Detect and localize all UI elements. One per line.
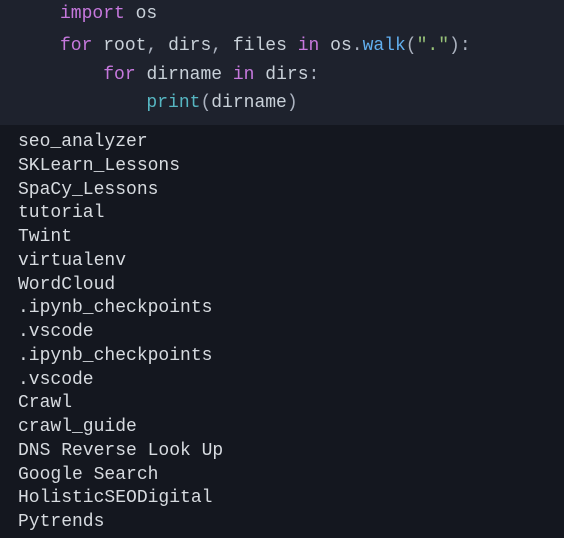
output-line: Twint bbox=[18, 226, 564, 250]
lparen: ( bbox=[200, 93, 211, 113]
fn-print: print bbox=[146, 93, 200, 113]
colon: : bbox=[309, 65, 320, 85]
var-dirname: dirname bbox=[146, 65, 222, 85]
code-line-5: print(dirname) bbox=[0, 89, 564, 117]
output-line: tutorial bbox=[18, 202, 564, 226]
output-line: .vscode bbox=[18, 321, 564, 345]
output-line: SpaCy_Lessons bbox=[18, 179, 564, 203]
output-line: SKLearn_Lessons bbox=[18, 155, 564, 179]
lparen: ( bbox=[406, 36, 417, 56]
var-files: files bbox=[233, 36, 287, 56]
var-root: root bbox=[103, 36, 146, 56]
code-line-3: for root, dirs, files in os.walk("."): bbox=[0, 32, 564, 60]
output-line: HolisticSEODigital bbox=[18, 487, 564, 511]
output-line: Crawl bbox=[18, 392, 564, 416]
output-line: .vscode bbox=[18, 369, 564, 393]
output-line: Pytrends bbox=[18, 511, 564, 535]
keyword-in: in bbox=[298, 36, 320, 56]
var-dirname: dirname bbox=[211, 93, 287, 113]
output-line: DNS Reverse Look Up bbox=[18, 440, 564, 464]
output-cell: seo_analyzer SKLearn_Lessons SpaCy_Lesso… bbox=[0, 125, 564, 535]
var-dirs: dirs bbox=[168, 36, 211, 56]
comma: , bbox=[211, 36, 222, 56]
keyword-for: for bbox=[103, 65, 135, 85]
output-line: .ipynb_checkpoints bbox=[18, 297, 564, 321]
output-line: .ipynb_checkpoints bbox=[18, 345, 564, 369]
rparen: ) bbox=[449, 36, 460, 56]
colon: : bbox=[460, 36, 471, 56]
comma: , bbox=[146, 36, 157, 56]
keyword-in: in bbox=[233, 65, 255, 85]
rparen: ) bbox=[287, 93, 298, 113]
dot: . bbox=[352, 36, 363, 56]
output-line: WordCloud bbox=[18, 274, 564, 298]
var-os: os bbox=[330, 36, 352, 56]
var-dirs: dirs bbox=[265, 65, 308, 85]
module-os: os bbox=[136, 4, 158, 24]
code-line-4: for dirname in dirs: bbox=[0, 61, 564, 89]
fn-walk: walk bbox=[363, 36, 406, 56]
output-line: virtualenv bbox=[18, 250, 564, 274]
output-line: seo_analyzer bbox=[18, 131, 564, 155]
keyword-for: for bbox=[60, 36, 92, 56]
output-line: crawl_guide bbox=[18, 416, 564, 440]
string-literal: "." bbox=[417, 36, 449, 56]
keyword-import: import bbox=[60, 4, 125, 24]
output-line: Google Search bbox=[18, 464, 564, 488]
code-line-1: import os bbox=[0, 0, 564, 28]
code-cell: import os for root, dirs, files in os.wa… bbox=[0, 0, 564, 125]
